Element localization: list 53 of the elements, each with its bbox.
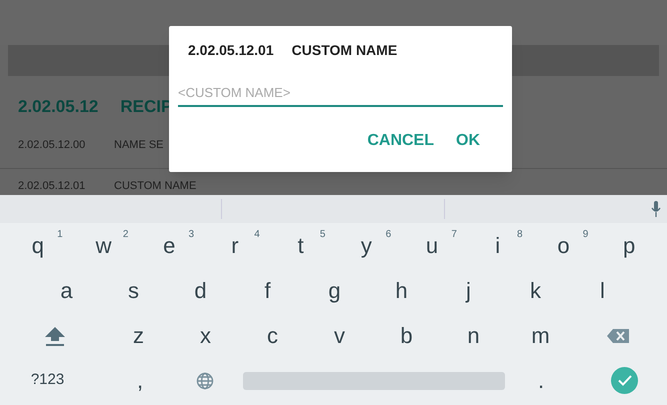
key[interactable]: o 9 <box>530 223 596 268</box>
row-name: NAME SE <box>114 138 164 154</box>
key-hint: 3 <box>188 228 194 242</box>
key[interactable]: m <box>507 313 574 358</box>
key[interactable]: s <box>100 268 167 313</box>
dialog-number: 2.02.05.12.01 <box>188 41 274 60</box>
done-button[interactable] <box>611 367 638 394</box>
shift-icon[interactable] <box>43 324 67 346</box>
key[interactable]: a <box>33 268 100 313</box>
key[interactable]: . <box>525 358 557 403</box>
check-icon <box>618 375 632 386</box>
key[interactable]: h <box>368 268 435 313</box>
key[interactable]: q 1 <box>5 223 71 268</box>
key[interactable]: x <box>172 313 239 358</box>
microphone-icon[interactable] <box>650 201 661 217</box>
key[interactable]: n <box>440 313 507 358</box>
key[interactable]: v <box>306 313 373 358</box>
key[interactable]: p <box>596 223 662 268</box>
key[interactable]: j <box>435 268 502 313</box>
key-hint: 5 <box>320 228 326 242</box>
key[interactable]: e 3 <box>136 223 202 268</box>
key[interactable]: b <box>373 313 440 358</box>
key[interactable]: f <box>234 268 301 313</box>
key-hint: 4 <box>254 228 260 242</box>
key-hint: 6 <box>386 228 392 242</box>
globe-icon[interactable] <box>196 372 214 390</box>
key[interactable]: z <box>105 313 172 358</box>
section-title: RECIP <box>120 96 172 118</box>
key[interactable]: i 8 <box>464 223 531 268</box>
input-field[interactable]: <CUSTOM NAME> <box>178 81 503 106</box>
key[interactable]: k <box>502 268 569 313</box>
row-name: CUSTOM NAME <box>114 178 196 194</box>
key[interactable]: d <box>167 268 234 313</box>
key[interactable]: r 4 <box>202 223 268 268</box>
key-hint: 1 <box>57 228 63 242</box>
key[interactable]: y 6 <box>333 223 400 268</box>
row-number: 2.02.05.12.01 <box>18 178 86 194</box>
key[interactable]: g <box>301 268 368 313</box>
symbols-key[interactable]: ?123 <box>0 358 95 403</box>
key-hint: 7 <box>451 228 457 242</box>
key-hint: 9 <box>582 228 588 242</box>
key[interactable]: , <box>95 358 185 403</box>
key-hint: 8 <box>517 228 523 242</box>
key-hint: 2 <box>122 228 128 242</box>
section-number: 2.02.05.12 <box>18 96 98 118</box>
key[interactable]: l <box>569 268 636 313</box>
backspace-icon[interactable] <box>607 328 629 342</box>
key[interactable]: c <box>239 313 306 358</box>
key[interactable]: w 2 <box>70 223 136 268</box>
row-number: 2.02.05.12.00 <box>18 138 86 154</box>
key[interactable]: t 5 <box>268 223 334 268</box>
dialog-title: CUSTOM NAME <box>292 41 398 60</box>
key[interactable]: u 7 <box>399 223 465 268</box>
